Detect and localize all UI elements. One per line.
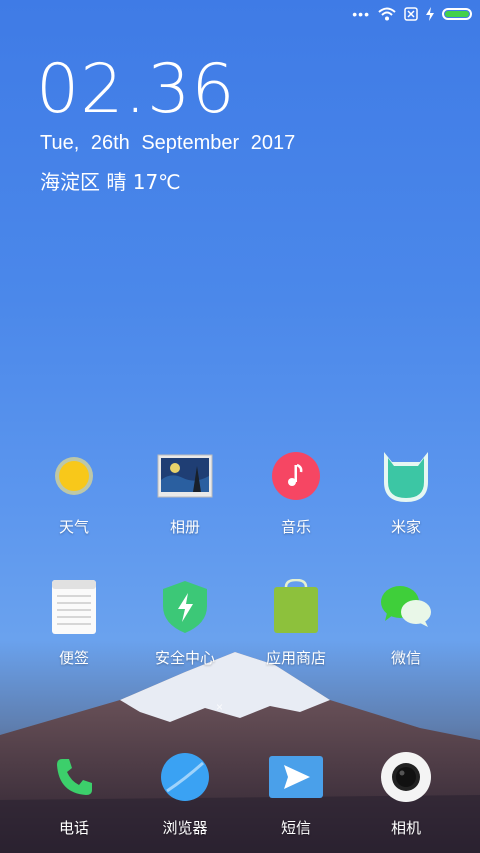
app-label: 相机 [390,819,421,837]
charging-icon [426,7,434,21]
status-bar: ••• [352,4,472,24]
security-icon [153,575,217,639]
clock-time[interactable]: 02.36 [36,50,236,129]
app-label: 安全中心 [154,649,215,667]
app-label: 浏览器 [162,819,208,837]
wechat-icon [374,575,438,639]
browser-icon [153,745,217,809]
app-wechat[interactable]: 微信 [351,575,461,668]
app-label: 微信 [390,649,421,667]
camera-icon [374,745,438,809]
gallery-icon [153,444,217,508]
app-label: 米家 [390,518,421,536]
app-store[interactable]: 应用商店 [241,575,351,668]
dock-browser[interactable]: 浏览器 [130,745,240,838]
weather-summary[interactable]: 海淀区 晴 17℃ [40,166,181,195]
app-label: 便签 [58,649,89,667]
app-weather[interactable]: 天气 [19,444,129,537]
battery-fill [445,11,469,17]
dock-messages[interactable]: 短信 [241,745,351,838]
page-indicator[interactable]: × [216,700,223,714]
mijia-icon [374,444,438,508]
app-music[interactable]: 音乐 [241,444,351,537]
wifi-icon [378,7,396,21]
phone-icon [42,745,106,809]
app-label: 电话 [58,819,89,837]
date-text: Tue, 26th September 2017 [40,132,296,154]
dock-camera[interactable]: 相机 [351,745,461,838]
app-label: 相册 [169,518,200,536]
battery-icon [442,8,472,20]
app-label: 短信 [280,819,311,837]
app-security[interactable]: 安全中心 [130,575,240,668]
dock-phone[interactable]: 电话 [19,745,129,838]
music-icon [264,444,328,508]
messages-icon [264,745,328,809]
no-sim-icon [404,7,418,21]
app-label: 天气 [58,518,89,536]
app-store-icon [264,575,328,639]
notes-icon [42,575,106,639]
app-mijia[interactable]: 米家 [351,444,461,537]
weather-sun-icon [42,444,106,508]
app-label: 应用商店 [265,649,326,667]
more-dots-icon: ••• [352,6,370,22]
app-label: 音乐 [280,518,311,536]
app-gallery[interactable]: 相册 [130,444,240,537]
app-notes[interactable]: 便签 [19,575,129,668]
